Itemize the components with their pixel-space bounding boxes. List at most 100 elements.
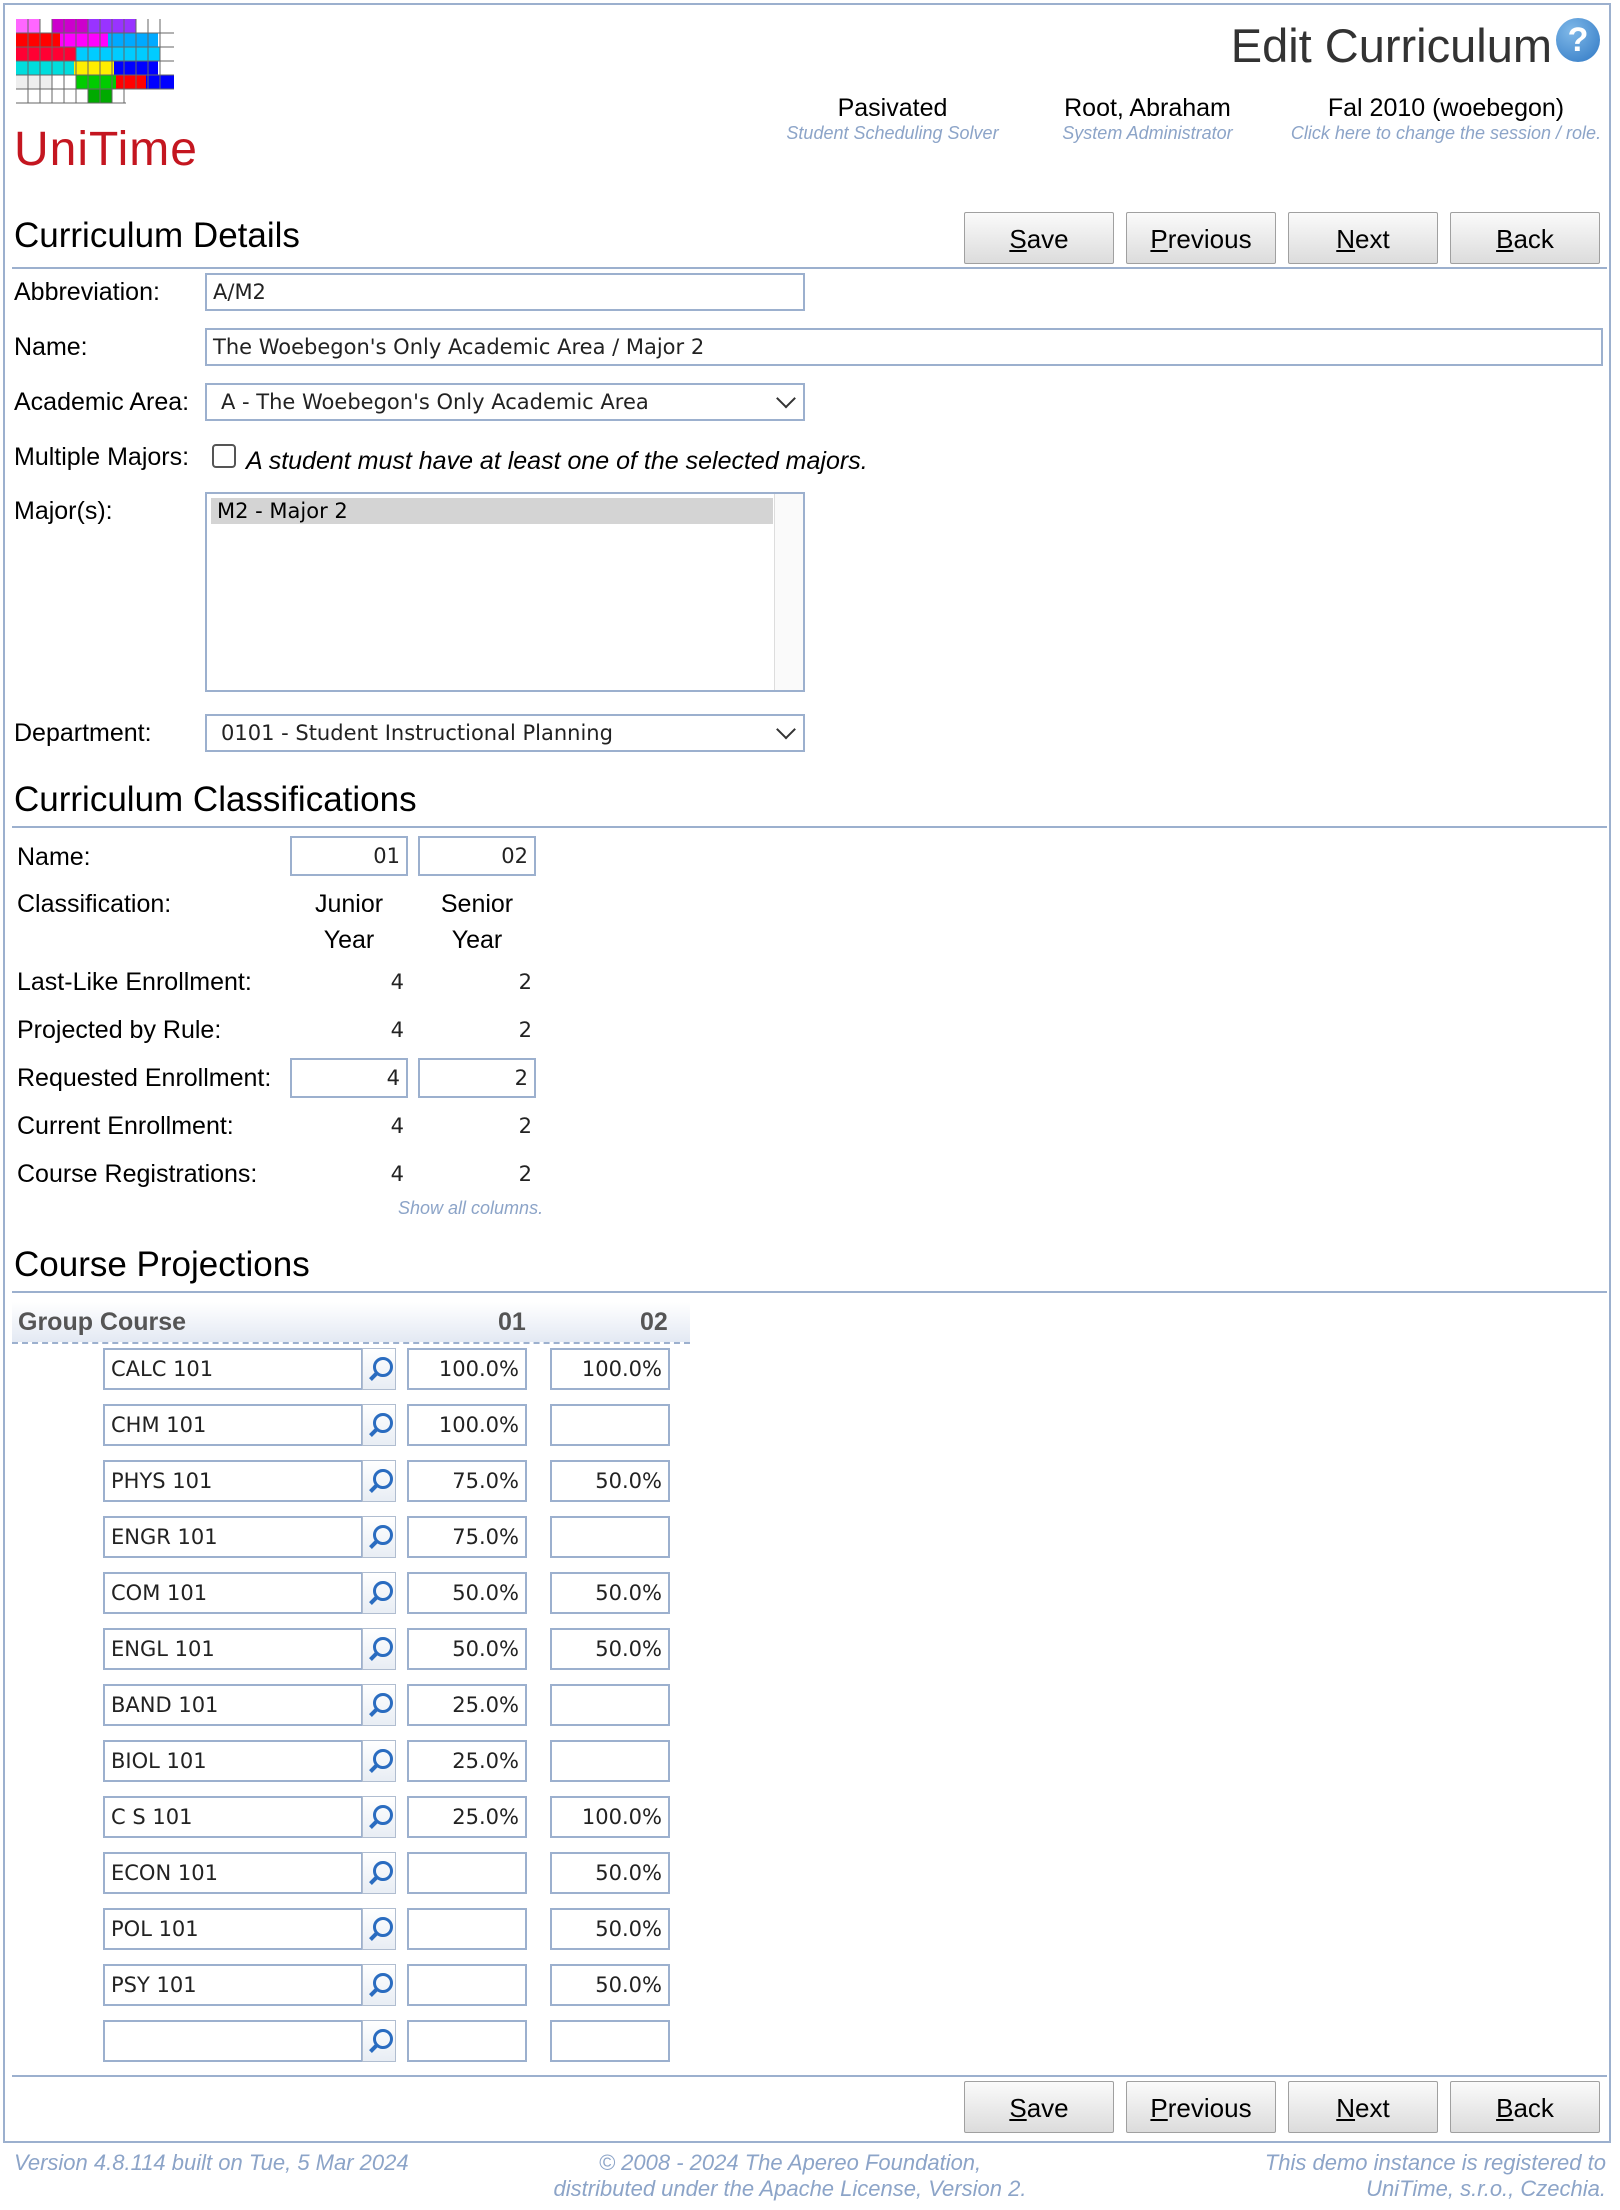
show-all-columns-link[interactable]: Show all columns.	[398, 1198, 543, 1219]
save-button[interactable]: Save	[964, 212, 1114, 264]
projected-02: 2	[518, 1018, 532, 1042]
share-input-02[interactable]: 100.0%	[550, 1348, 670, 1390]
course-input[interactable]	[103, 2020, 363, 2062]
solver-status-main: Pasivated	[837, 94, 948, 122]
previous-button-bottom[interactable]: Previous	[1126, 2081, 1276, 2133]
projections-header-row: Group Course 01 02	[12, 1302, 690, 1344]
group-course-header: Group Course	[18, 1308, 187, 1336]
chevron-down-icon	[776, 388, 796, 409]
search-icon[interactable]	[362, 1852, 396, 1894]
share-input-02[interactable]	[550, 1404, 670, 1446]
curriculum-details-title: Curriculum Details	[14, 216, 300, 255]
course-projections-title: Course Projections	[14, 1245, 310, 1284]
course-input[interactable]: BIOL 101	[103, 1740, 363, 1782]
user-role: System Administrator	[1062, 123, 1233, 143]
course-input[interactable]: PHYS 101	[103, 1460, 363, 1502]
requested-input-02[interactable]: 2	[418, 1058, 536, 1098]
classification-value-01[interactable]: Junior Year	[290, 886, 408, 958]
share-input-02[interactable]	[550, 1740, 670, 1782]
search-icon[interactable]	[362, 1460, 396, 1502]
share-input-02[interactable]: 50.0%	[550, 1628, 670, 1670]
page-title: Edit Curriculum	[1230, 19, 1552, 72]
course-input[interactable]: CALC 101	[103, 1348, 363, 1390]
share-input-01[interactable]	[407, 1908, 527, 1950]
share-input-02[interactable]	[550, 1684, 670, 1726]
share-input-02[interactable]: 50.0%	[550, 1460, 670, 1502]
requested-input-01[interactable]: 4	[290, 1058, 408, 1098]
name-label: Name:	[14, 333, 88, 361]
academic-area-select[interactable]: A - The Woebegon's Only Academic Area	[205, 383, 805, 421]
course-input[interactable]: C S 101	[103, 1796, 363, 1838]
registration-text[interactable]: This demo instance is registered to UniT…	[1160, 2150, 1606, 2202]
abbreviation-input[interactable]: A/M2	[205, 273, 805, 311]
share-input-01[interactable]: 75.0%	[407, 1516, 527, 1558]
share-input-01[interactable]: 25.0%	[407, 1740, 527, 1782]
chevron-down-icon	[776, 719, 796, 740]
search-icon[interactable]	[362, 2020, 396, 2062]
next-button-bottom[interactable]: Next	[1288, 2081, 1438, 2133]
share-input-02[interactable]	[550, 1516, 670, 1558]
search-icon[interactable]	[362, 1908, 396, 1950]
share-input-01[interactable]	[407, 1852, 527, 1894]
share-input-01[interactable]: 50.0%	[407, 1572, 527, 1614]
search-icon[interactable]	[362, 1348, 396, 1390]
classification-name-input-02[interactable]: 02	[418, 836, 536, 876]
share-input-02[interactable]: 50.0%	[550, 1908, 670, 1950]
search-icon[interactable]	[362, 1404, 396, 1446]
classification-name-input-01[interactable]: 01	[290, 836, 408, 876]
share-input-02[interactable]: 100.0%	[550, 1796, 670, 1838]
majors-scrollbar[interactable]	[774, 494, 803, 690]
multiple-majors-checkbox[interactable]	[212, 444, 236, 468]
share-input-01[interactable]: 75.0%	[407, 1460, 527, 1502]
department-select[interactable]: 0101 - Student Instructional Planning	[205, 714, 805, 752]
user-name: Root, Abraham	[1064, 94, 1231, 122]
unitime-logo-text: UniTime	[14, 123, 198, 176]
abbreviation-label: Abbreviation:	[14, 278, 160, 306]
course-input[interactable]: ECON 101	[103, 1852, 363, 1894]
classifications-title: Curriculum Classifications	[14, 780, 417, 819]
course-input[interactable]: ENGL 101	[103, 1628, 363, 1670]
share-input-01[interactable]: 100.0%	[407, 1348, 527, 1390]
share-input-02[interactable]: 50.0%	[550, 1572, 670, 1614]
copyright-text[interactable]: © 2008 - 2024 The Apereo Foundation, dis…	[500, 2150, 1080, 2202]
share-input-01[interactable]: 100.0%	[407, 1404, 527, 1446]
share-input-01[interactable]: 25.0%	[407, 1684, 527, 1726]
name-input[interactable]: The Woebegon's Only Academic Area / Majo…	[205, 328, 1603, 366]
search-icon[interactable]	[362, 1516, 396, 1558]
multiple-majors-text: A student must have at least one of the …	[246, 447, 868, 475]
projections-divider	[12, 1291, 1607, 1293]
share-input-01[interactable]	[407, 1964, 527, 2006]
search-icon[interactable]	[362, 1740, 396, 1782]
search-icon[interactable]	[362, 1572, 396, 1614]
major-option-selected[interactable]: M2 - Major 2	[211, 498, 773, 524]
classification-value-02[interactable]: Senior Year	[418, 886, 536, 958]
share-input-02[interactable]: 50.0%	[550, 1964, 670, 2006]
search-icon[interactable]	[362, 1684, 396, 1726]
back-button[interactable]: Back	[1450, 212, 1600, 264]
next-button[interactable]: Next	[1288, 212, 1438, 264]
column-01-header[interactable]: 01	[498, 1308, 526, 1337]
search-icon[interactable]	[362, 1628, 396, 1670]
share-input-02[interactable]: 50.0%	[550, 1852, 670, 1894]
share-input-02[interactable]	[550, 2020, 670, 2062]
solver-status[interactable]: Pasivated Student Scheduling Solver	[770, 94, 1015, 144]
course-input[interactable]: COM 101	[103, 1572, 363, 1614]
user-info[interactable]: Root, Abraham System Administrator	[1030, 94, 1265, 144]
course-input[interactable]: BAND 101	[103, 1684, 363, 1726]
save-button-bottom[interactable]: Save	[964, 2081, 1114, 2133]
search-icon[interactable]	[362, 1964, 396, 2006]
search-icon[interactable]	[362, 1796, 396, 1838]
share-input-01[interactable]: 25.0%	[407, 1796, 527, 1838]
previous-button[interactable]: Previous	[1126, 212, 1276, 264]
majors-listbox[interactable]: M2 - Major 2	[205, 492, 805, 692]
share-input-01[interactable]	[407, 2020, 527, 2062]
course-input[interactable]: POL 101	[103, 1908, 363, 1950]
back-button-bottom[interactable]: Back	[1450, 2081, 1600, 2133]
share-input-01[interactable]: 50.0%	[407, 1628, 527, 1670]
course-input[interactable]: PSY 101	[103, 1964, 363, 2006]
question-icon[interactable]: ?	[1556, 18, 1600, 62]
course-input[interactable]: CHM 101	[103, 1404, 363, 1446]
course-input[interactable]: ENGR 101	[103, 1516, 363, 1558]
column-02-header[interactable]: 02	[640, 1308, 668, 1337]
session-info[interactable]: Fal 2010 (woebegon) Click here to change…	[1280, 94, 1612, 144]
